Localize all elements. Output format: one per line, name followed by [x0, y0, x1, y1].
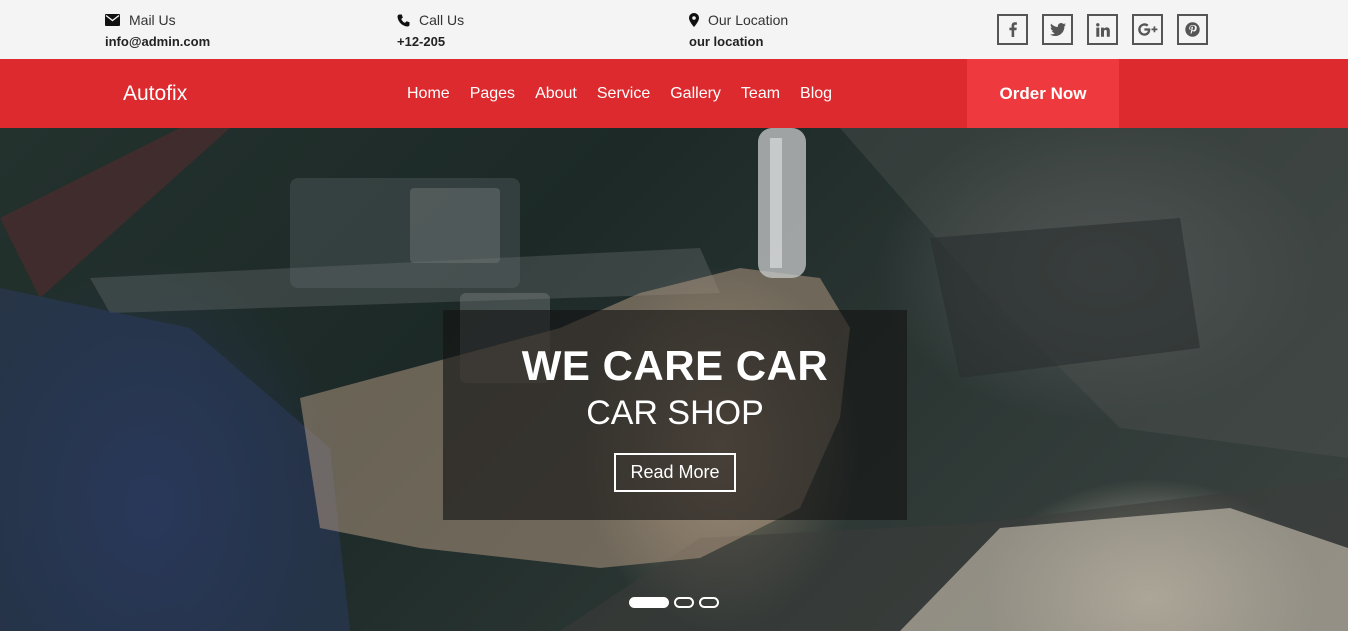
contact-mail: Mail Us info@admin.com — [105, 11, 210, 49]
main-navbar: Autofix Home Pages About Service Gallery… — [0, 59, 1348, 128]
call-label: Call Us — [419, 12, 465, 28]
top-contact-bar: Mail Us info@admin.com Call Us +12-205 O… — [0, 0, 1348, 59]
nav-item-gallery[interactable]: Gallery — [670, 85, 721, 103]
hero-slider: WE CARE CAR CAR SHOP Read More — [0, 128, 1348, 631]
hero-subtitle: CAR SHOP — [586, 394, 764, 432]
linkedin-icon[interactable] — [1087, 14, 1118, 45]
location-value: our location — [689, 34, 764, 49]
brand-logo[interactable]: Autofix — [123, 59, 187, 128]
nav-item-pages[interactable]: Pages — [470, 85, 515, 103]
twitter-icon[interactable] — [1042, 14, 1073, 45]
contact-location: Our Location our location — [689, 11, 788, 49]
nav-item-service[interactable]: Service — [597, 85, 650, 103]
nav-item-blog[interactable]: Blog — [800, 85, 832, 103]
facebook-icon[interactable] — [997, 14, 1028, 45]
social-links — [997, 14, 1208, 45]
order-now-button[interactable]: Order Now — [967, 59, 1119, 128]
hero-caption: WE CARE CAR CAR SHOP Read More — [443, 310, 907, 520]
envelope-icon — [105, 14, 120, 26]
nav-item-about[interactable]: About — [535, 85, 577, 103]
slide-dot-3[interactable] — [699, 597, 719, 608]
mail-label: Mail Us — [129, 12, 176, 28]
call-value[interactable]: +12-205 — [397, 34, 464, 49]
nav-item-home[interactable]: Home — [407, 85, 450, 103]
main-menu: Home Pages About Service Gallery Team Bl… — [407, 59, 832, 128]
read-more-button[interactable]: Read More — [614, 453, 736, 492]
map-marker-icon — [689, 13, 699, 27]
location-label: Our Location — [708, 12, 789, 28]
slide-dot-1[interactable] — [629, 597, 669, 608]
contact-call: Call Us +12-205 — [397, 11, 464, 49]
phone-icon — [397, 14, 410, 27]
nav-item-team[interactable]: Team — [741, 85, 780, 103]
slider-indicators — [629, 597, 719, 608]
pinterest-icon[interactable] — [1177, 14, 1208, 45]
hero-title: WE CARE CAR — [521, 342, 829, 389]
slide-dot-2[interactable] — [674, 597, 694, 608]
google-plus-icon[interactable] — [1132, 14, 1163, 45]
mail-value[interactable]: info@admin.com — [105, 34, 210, 49]
